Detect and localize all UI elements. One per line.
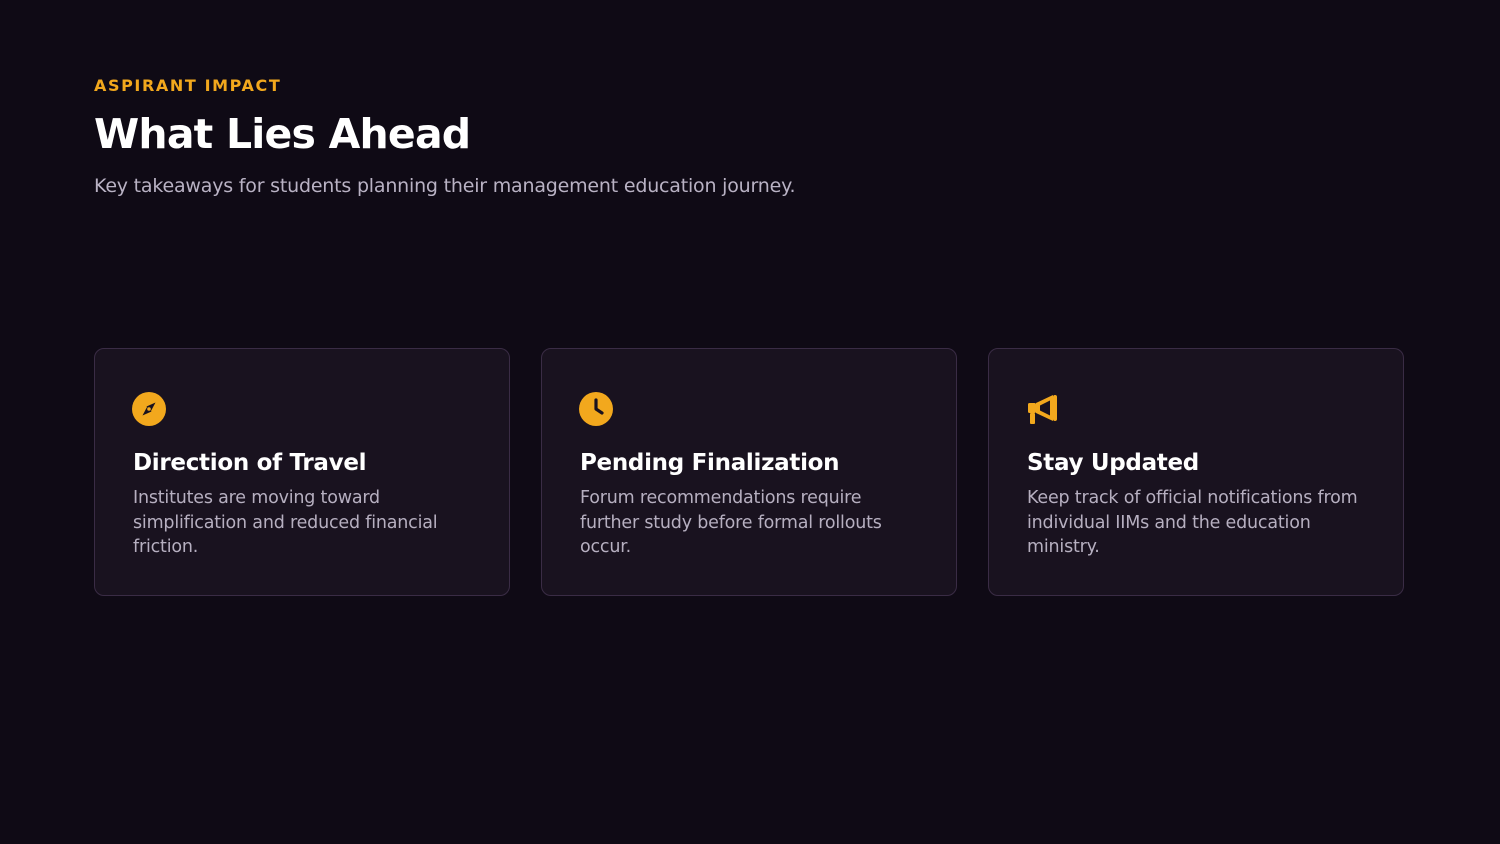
section-header: ASPIRANT IMPACT What Lies Ahead Key take… [94,76,795,198]
megaphone-icon [1028,395,1057,424]
clock-icon [579,392,613,426]
card-description: Forum recommendations require further st… [580,488,882,557]
card-direction-of-travel: Direction of Travel Institutes are movin… [94,348,510,596]
takeaway-cards: Direction of Travel Institutes are movin… [94,348,1406,598]
page-title: What Lies Ahead [94,110,471,158]
card-title: Stay Updated [1027,450,1199,476]
section-eyebrow: ASPIRANT IMPACT [94,76,282,95]
card-stay-updated: Stay Updated Keep track of official noti… [988,348,1404,596]
page-subtitle: Key takeaways for students planning thei… [94,175,796,197]
card-description: Institutes are moving toward simplificat… [133,488,438,557]
card-title: Direction of Travel [133,450,367,476]
card-pending-finalization: Pending Finalization Forum recommendatio… [541,348,957,596]
card-title: Pending Finalization [580,450,840,476]
card-description: Keep track of official notifications fro… [1027,488,1358,557]
compass-icon [132,392,166,426]
